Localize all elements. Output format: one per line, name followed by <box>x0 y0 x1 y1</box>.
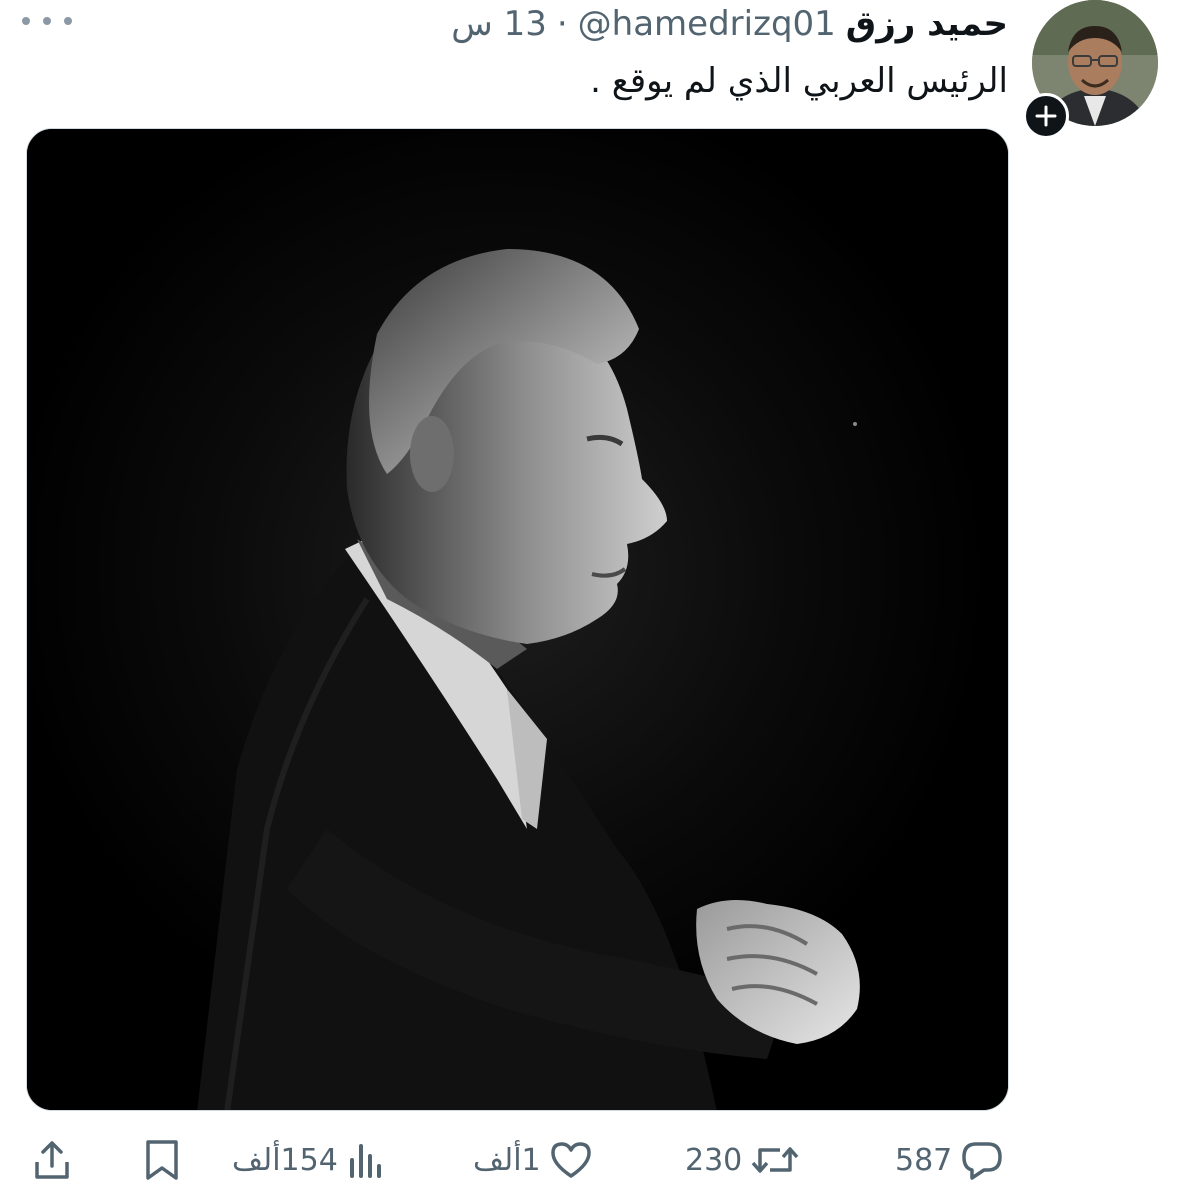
reply-action[interactable]: 587 <box>895 1128 1004 1192</box>
views-bar-chart-icon <box>349 1144 381 1178</box>
views-count: 154ألف <box>232 1142 338 1178</box>
retweet-icon <box>751 1147 799 1173</box>
portrait-photo <box>27 129 1008 1110</box>
more-dot <box>43 17 51 25</box>
tweet-header: حميد رزق @hamedrizq01 · 13 س <box>451 4 1008 44</box>
tweet-media-image[interactable] <box>26 128 1009 1111</box>
views-action[interactable]: 154ألف <box>232 1128 386 1192</box>
tweet-text: الرئيس العربي الذي لم يوقع . <box>590 61 1008 101</box>
author-display-name[interactable]: حميد رزق <box>846 4 1008 44</box>
bookmark-icon <box>146 1140 178 1180</box>
heart-icon <box>550 1142 591 1178</box>
bookmark-action[interactable] <box>142 1128 182 1192</box>
more-options-button[interactable] <box>22 10 72 32</box>
retweet-action[interactable]: 230 <box>685 1128 800 1192</box>
tweet-actions-bar: 587 230 1ألف 154ألف <box>0 1128 1183 1192</box>
like-action[interactable]: 1ألف <box>473 1128 593 1192</box>
like-count: 1ألف <box>473 1142 541 1178</box>
reply-bubble-icon <box>962 1142 1003 1180</box>
reply-count: 587 <box>895 1142 953 1178</box>
follow-button[interactable] <box>1023 93 1069 139</box>
more-dot <box>22 17 30 25</box>
plus-icon <box>1035 105 1057 127</box>
header-separator: · <box>556 4 568 44</box>
tweet-card: حميد رزق @hamedrizq01 · 13 س الرئيس العر… <box>0 0 1183 1200</box>
share-action[interactable] <box>32 1128 72 1192</box>
author-handle[interactable]: @hamedrizq01 <box>578 4 836 44</box>
more-dot <box>64 17 72 25</box>
tweet-timestamp[interactable]: 13 س <box>451 4 547 44</box>
share-upload-icon <box>35 1141 69 1179</box>
retweet-count: 230 <box>685 1142 743 1178</box>
